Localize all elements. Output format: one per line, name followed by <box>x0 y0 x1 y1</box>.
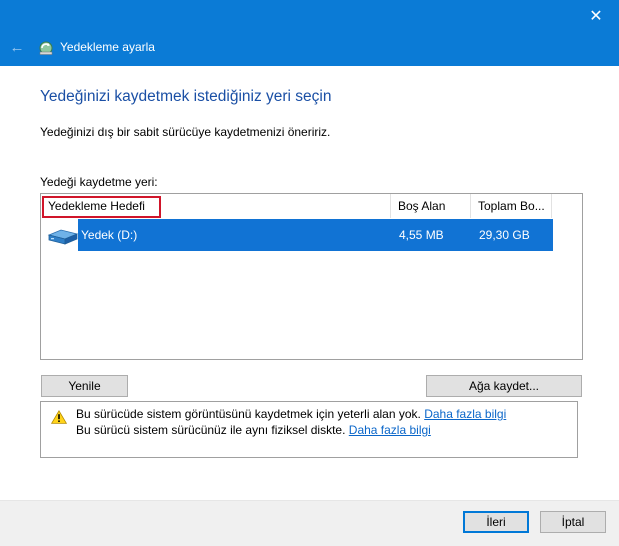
page-heading: Yedeğinizi kaydetmek istediğiniz yeri se… <box>40 88 332 105</box>
backup-destination-list[interactable]: Yedekleme Hedefi Boş Alan Toplam Bo... Y… <box>40 193 583 360</box>
title-bar: ✕ ← Yedekleme ayarla <box>0 0 619 66</box>
more-info-link[interactable]: Daha fazla bilgi <box>349 423 431 437</box>
save-on-network-button[interactable]: Ağa kaydet... <box>426 375 582 397</box>
row-drive-name: Yedek (D:) <box>81 228 138 242</box>
back-button[interactable]: ← <box>6 38 28 56</box>
column-header-free-space[interactable]: Boş Alan <box>391 194 471 218</box>
column-header-total-size[interactable]: Toplam Bo... <box>471 194 552 218</box>
warning-text: Bu sürücü sistem sürücünüz ile aynı fizi… <box>76 423 349 437</box>
more-info-link[interactable]: Daha fazla bilgi <box>424 407 506 421</box>
warning-line-insufficient-space: Bu sürücüde sistem görüntüsünü kaydetmek… <box>76 407 506 421</box>
warning-panel: Bu sürücüde sistem görüntüsünü kaydetmek… <box>40 401 578 458</box>
list-row-drive-d[interactable]: Yedek (D:) 4,55 MB 29,30 GB <box>41 219 553 251</box>
next-button[interactable]: İleri <box>463 511 529 533</box>
warning-text: Bu sürücüde sistem görüntüsünü kaydetmek… <box>76 407 425 421</box>
close-button[interactable]: ✕ <box>573 0 619 32</box>
destination-list-label: Yedeği kaydetme yeri: <box>40 175 158 189</box>
row-total-size: 29,30 GB <box>479 228 530 242</box>
highlight-annotation <box>42 196 161 218</box>
refresh-button[interactable]: Yenile <box>41 375 128 397</box>
drive-icon <box>47 229 79 245</box>
row-free-space: 4,55 MB <box>399 228 444 242</box>
warning-line-same-disk: Bu sürücü sistem sürücünüz ile aynı fizi… <box>76 423 431 437</box>
page-description: Yedeğinizi dış bir sabit sürücüye kaydet… <box>40 125 331 139</box>
warning-icon <box>51 410 67 424</box>
cancel-button[interactable]: İptal <box>540 511 606 533</box>
window-title: Yedekleme ayarla <box>60 40 155 54</box>
backup-app-icon <box>39 41 53 55</box>
